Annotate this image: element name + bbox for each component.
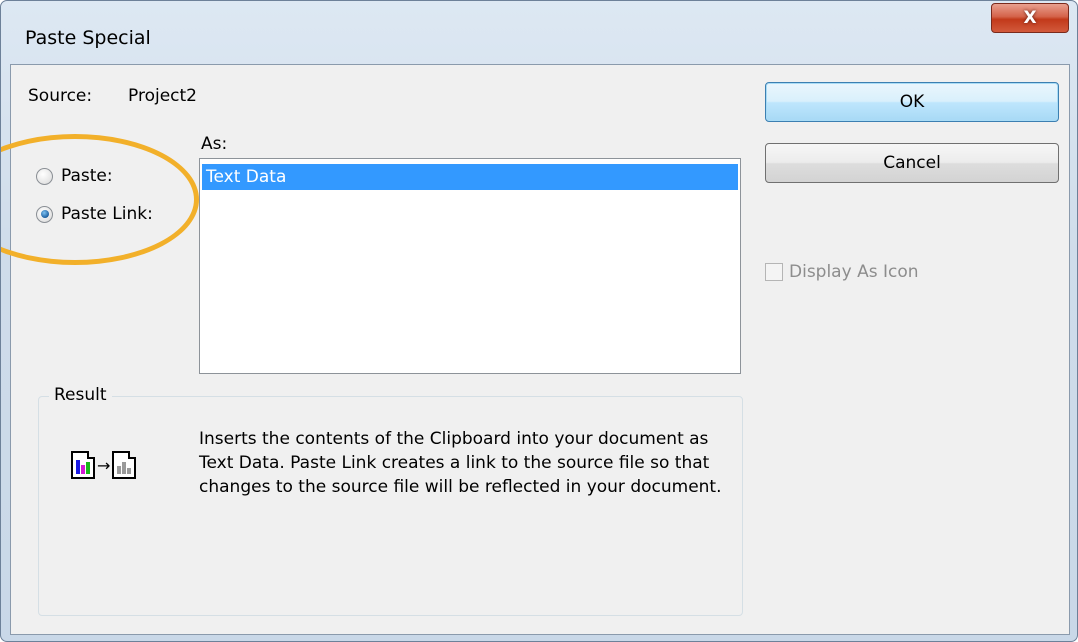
ok-button[interactable]: OK bbox=[765, 82, 1059, 122]
list-item[interactable]: Text Data bbox=[202, 164, 738, 190]
source-label: Source: bbox=[28, 86, 93, 106]
as-format-list[interactable]: Text Data bbox=[199, 158, 741, 374]
paste-special-dialog: Paste Special X Source: Project2 As: Pas… bbox=[0, 0, 1078, 642]
dialog-title: Paste Special bbox=[25, 27, 151, 49]
close-icon: X bbox=[1023, 8, 1037, 28]
source-value: Project2 bbox=[128, 86, 197, 106]
paste-radio-label: Paste: bbox=[61, 166, 113, 186]
display-as-icon-label: Display As Icon bbox=[789, 262, 919, 282]
display-as-icon-checkbox[interactable] bbox=[765, 263, 783, 281]
result-group-label: Result bbox=[49, 385, 112, 405]
cancel-button[interactable]: Cancel bbox=[765, 143, 1059, 183]
result-description: Inserts the contents of the Clipboard in… bbox=[199, 429, 722, 497]
paste-link-radio[interactable] bbox=[36, 205, 53, 223]
display-as-icon-option[interactable]: Display As Icon bbox=[765, 262, 919, 282]
source-document-icon bbox=[71, 451, 95, 479]
paste-link-radio-label: Paste Link: bbox=[61, 204, 153, 224]
paste-link-icon: → bbox=[71, 451, 137, 479]
paste-radio-option[interactable]: Paste: bbox=[36, 166, 113, 186]
arrow-right-icon: → bbox=[97, 455, 111, 475]
paste-radio[interactable] bbox=[36, 167, 53, 185]
target-document-icon bbox=[112, 451, 137, 479]
radio-selected-dot bbox=[40, 210, 49, 218]
as-label: As: bbox=[201, 134, 228, 154]
paste-link-radio-option[interactable]: Paste Link: bbox=[36, 204, 153, 224]
close-button[interactable]: X bbox=[991, 3, 1069, 33]
